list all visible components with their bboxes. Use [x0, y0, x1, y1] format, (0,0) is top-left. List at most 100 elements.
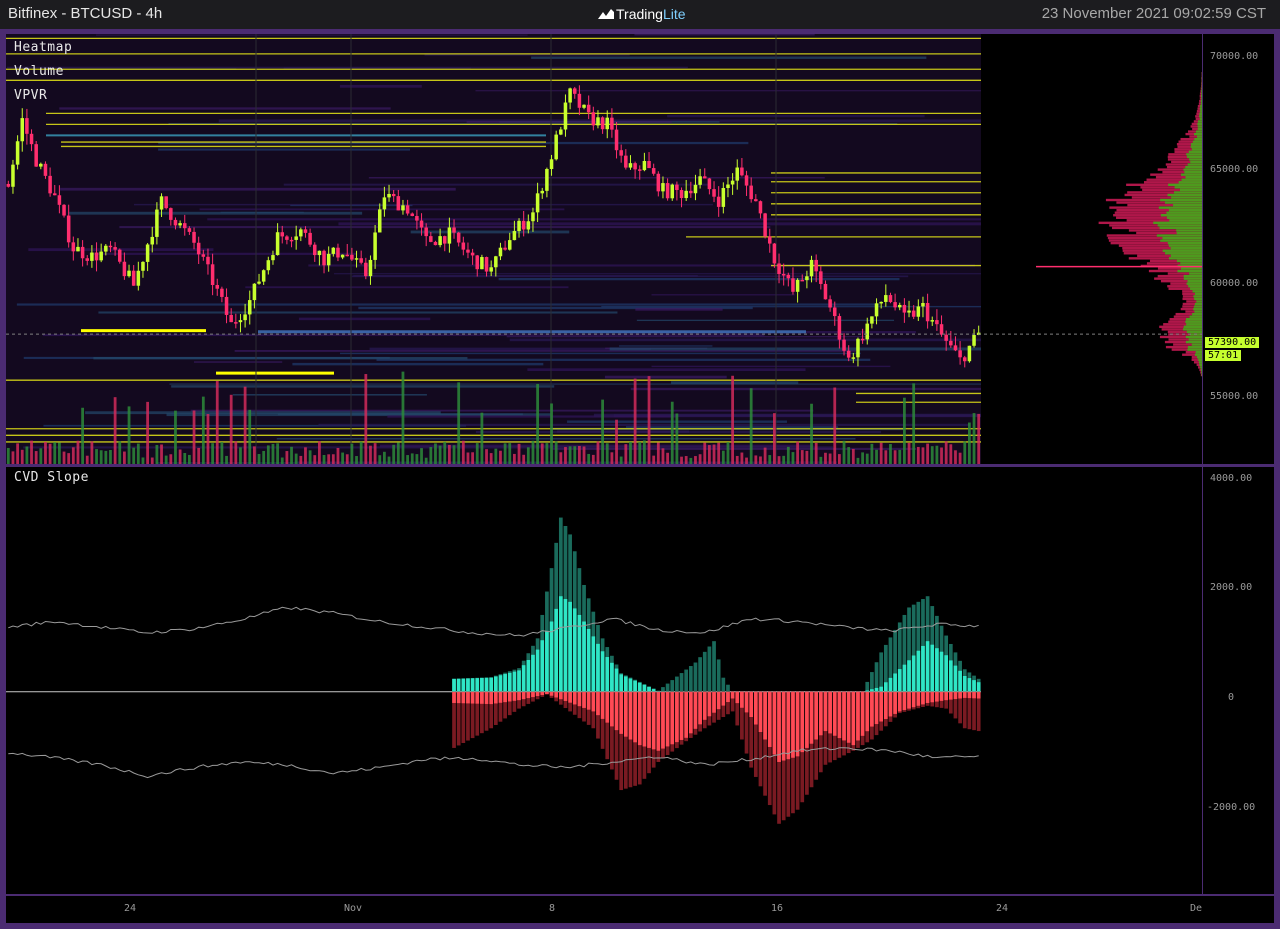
candle-body: [43, 163, 48, 176]
candle-body: [155, 209, 159, 237]
candle-body: [192, 231, 196, 243]
volume-bar: [331, 454, 335, 464]
cvd-slope-label[interactable]: CVD Slope: [14, 470, 89, 485]
volume-bar: [731, 375, 734, 464]
vpvr-buy-bar: [1186, 282, 1202, 285]
volume-bar: [828, 453, 832, 464]
vpvr-buy-bar: [1200, 110, 1202, 113]
overlay-vpvr-label[interactable]: VPVR: [14, 88, 47, 103]
candle-body: [744, 175, 749, 186]
volume-bar: [188, 454, 191, 464]
candle-body: [136, 270, 141, 286]
volume-bar: [183, 453, 187, 464]
candle-body: [554, 134, 558, 160]
overlay-heatmap-label[interactable]: Heatmap: [14, 40, 72, 55]
cvd-neg-inner-bar: [893, 691, 897, 714]
cvd-neg-inner-bar: [846, 691, 851, 743]
cvd-pos-inner-bar: [572, 608, 577, 692]
volume-bar: [174, 410, 177, 464]
candle-body: [897, 304, 902, 308]
cvd-neg-inner-bar: [888, 691, 893, 717]
vpvr-buy-bar: [1200, 104, 1202, 108]
candle-body: [317, 250, 322, 256]
heatmap-band: [207, 218, 981, 221]
overlay-volume-label[interactable]: Volume: [14, 64, 64, 79]
volume-bar: [536, 383, 539, 464]
vpvr-buy-bar: [1182, 328, 1202, 331]
volume-bar: [234, 441, 238, 464]
vpvr-buy-bar: [1198, 361, 1202, 364]
cvd-neg-inner-bar: [851, 691, 856, 746]
price-panel[interactable]: Heatmap Volume VPVR: [6, 34, 1202, 464]
candle-body: [387, 193, 391, 198]
candle-body: [545, 169, 549, 191]
vpvr-buy-bar: [1185, 318, 1202, 321]
volume-bar: [109, 449, 112, 464]
volume-bar: [424, 457, 428, 464]
candle-body: [364, 262, 368, 277]
cvd-neg-inner-bar: [614, 691, 619, 731]
cvd-pos-outer-bar: [874, 662, 879, 692]
cvd-pos-inner-bar: [563, 599, 568, 692]
cvd-pos-outer-bar: [688, 666, 693, 692]
price-chart[interactable]: [6, 34, 1202, 464]
vpvr-buy-bar: [1188, 338, 1202, 341]
cvd-pos-inner-bar: [651, 689, 656, 692]
cvd-pos-outer-bar: [865, 681, 870, 692]
candle-body: [754, 199, 758, 202]
volume-bar: [842, 440, 846, 464]
volume-bar: [684, 456, 688, 464]
heatmap-band: [619, 345, 713, 347]
cvd-neg-inner-bar: [531, 691, 535, 698]
cvd-pos-inner-bar: [976, 682, 981, 692]
vpvr-buy-bar: [1197, 135, 1202, 138]
cvd-neg-inner-bar: [707, 691, 712, 717]
cvd-pos-inner-bar: [498, 675, 503, 692]
cvd-pos-inner-bar: [452, 678, 456, 692]
cvd-pos-inner-bar: [902, 664, 907, 692]
candle-body: [206, 256, 210, 265]
cvd-axis[interactable]: 4000.00 2000.00 0 -2000.00: [1203, 467, 1274, 894]
time-axis[interactable]: 24 Nov 8 16 24 De: [6, 896, 1274, 923]
cvd-pos-inner-bar: [540, 640, 545, 692]
cvd-neg-inner-bar: [600, 691, 605, 719]
volume-bar: [406, 455, 409, 464]
cvd-neg-inner-bar: [832, 691, 837, 736]
candle-body: [294, 236, 298, 240]
volume-bar: [958, 452, 962, 464]
volume-bar: [926, 443, 929, 464]
heatmap-band: [351, 275, 909, 278]
vpvr-buy-bar: [1193, 295, 1202, 298]
cvd-pos-inner-bar: [893, 673, 897, 692]
heatmap-band: [60, 187, 456, 191]
volume-bar: [573, 446, 577, 464]
cvd-chart[interactable]: [6, 467, 1202, 894]
candle-body: [261, 270, 266, 282]
vpvr-buy-bar: [1189, 158, 1202, 161]
vpvr-buy-bar: [1194, 302, 1202, 306]
volume-bar: [698, 454, 702, 464]
vpvr-buy-bar: [1170, 247, 1202, 250]
heatmap-band: [292, 362, 544, 366]
volume-bar: [745, 457, 748, 464]
cvd-pos-inner-bar: [865, 690, 870, 692]
vpvr-buy-bar: [1171, 196, 1202, 199]
candle-body: [577, 93, 582, 108]
vpvr-buy-bar: [1199, 115, 1202, 118]
cvd-panel[interactable]: CVD Slope: [6, 467, 1202, 894]
candle-body: [819, 271, 823, 284]
candle-body: [308, 232, 312, 245]
volume-bar: [160, 444, 163, 464]
time-tick: 8: [549, 903, 556, 914]
volume-bar: [392, 444, 396, 464]
volume-bar: [178, 449, 182, 464]
cvd-pos-outer-bar: [879, 652, 884, 692]
cvd-neg-inner-bar: [865, 691, 870, 732]
volume-bar: [619, 456, 623, 464]
heatmap-band: [89, 252, 357, 255]
volume-bar: [601, 399, 604, 464]
volume-bar: [197, 447, 201, 464]
price-axis[interactable]: 70000.00 65000.00 60000.00 55000.00 5739…: [1203, 34, 1274, 464]
vpvr-buy-bar: [1200, 102, 1202, 105]
volume-bar: [452, 445, 456, 464]
